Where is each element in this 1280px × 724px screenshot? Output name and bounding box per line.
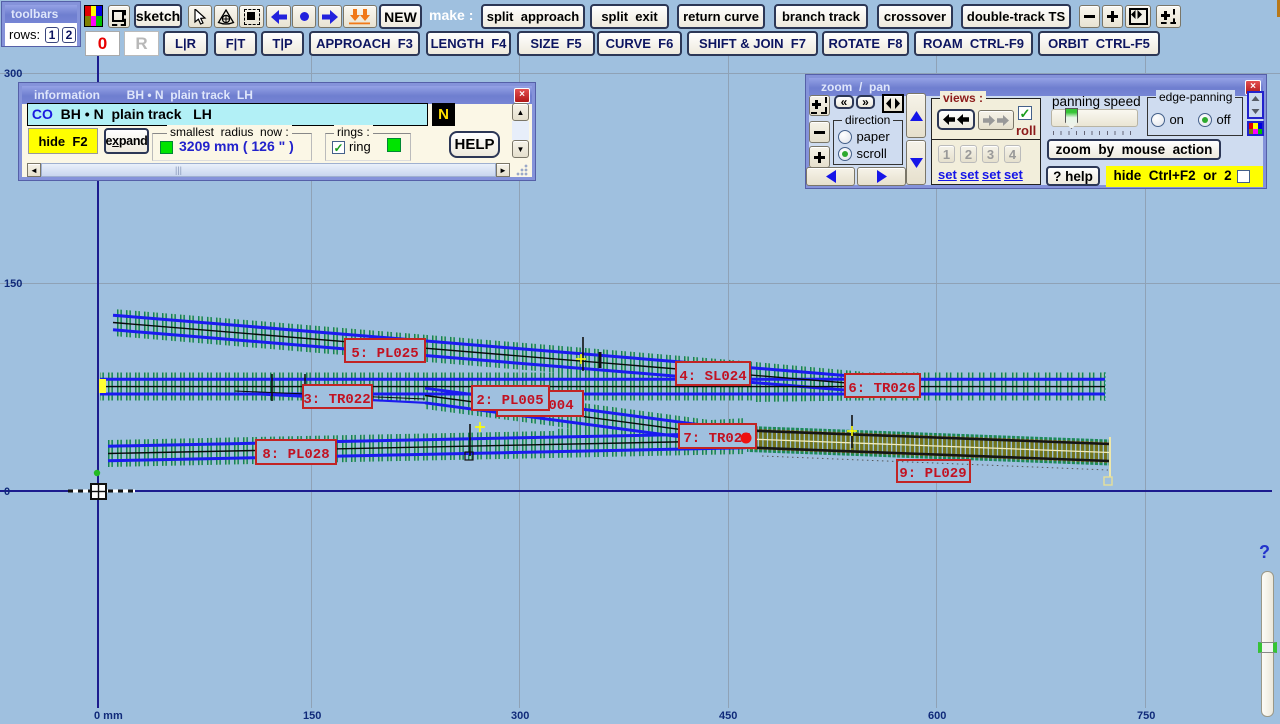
- svg-text:9: PL029: 9: PL029: [899, 466, 966, 482]
- svg-text:150: 150: [4, 278, 22, 290]
- svg-text:0 mm: 0 mm: [94, 710, 123, 722]
- svg-text:3: TR022: 3: TR022: [303, 392, 370, 408]
- svg-text:8: PL028: 8: PL028: [262, 447, 329, 463]
- svg-text:300: 300: [511, 710, 529, 722]
- svg-text:6: TR026: 6: TR026: [848, 381, 915, 397]
- svg-text:0: 0: [4, 486, 10, 498]
- svg-text:450: 450: [719, 710, 737, 722]
- svg-text:5: PL025: 5: PL025: [351, 346, 418, 362]
- svg-text:600: 600: [928, 710, 946, 722]
- svg-text:300: 300: [4, 68, 22, 80]
- svg-text:2: PL005: 2: PL005: [476, 393, 543, 409]
- svg-text:150: 150: [303, 710, 321, 722]
- svg-text:7: TR027: 7: TR027: [683, 431, 750, 447]
- svg-text:4: SL024: 4: SL024: [679, 369, 746, 385]
- svg-text:750: 750: [1137, 710, 1155, 722]
